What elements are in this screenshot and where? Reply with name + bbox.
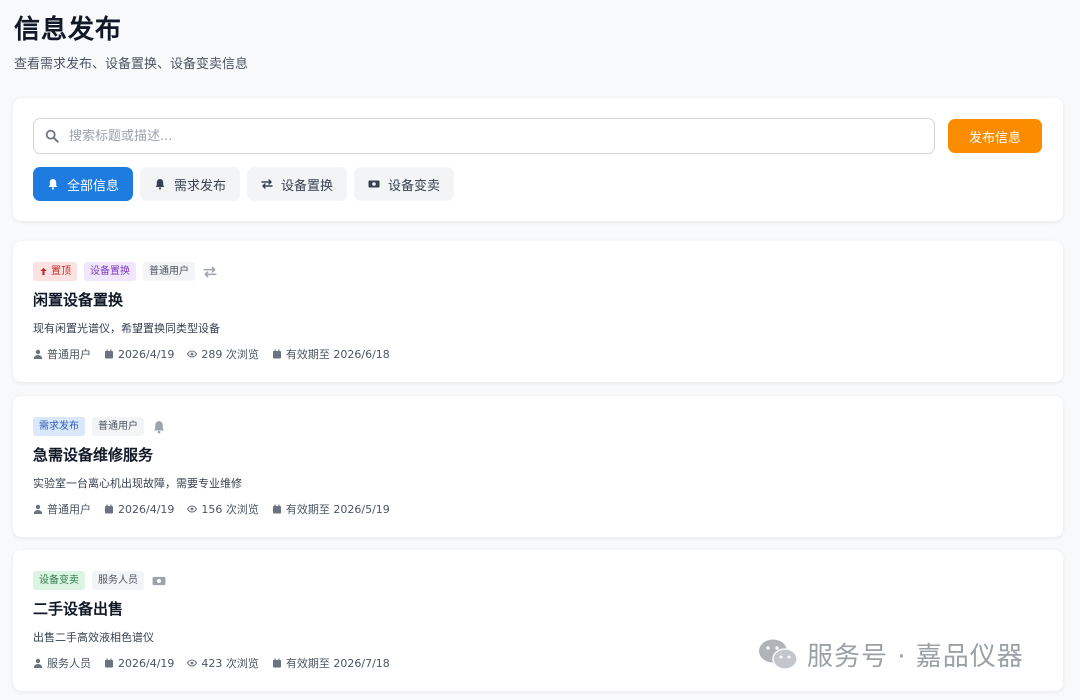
arrow-up-icon xyxy=(40,267,47,276)
expiry-date: 有效期至 2026/6/18 xyxy=(285,348,390,361)
view-count: 156 次浏览 xyxy=(201,503,259,516)
author-name: 普通用户 xyxy=(47,503,91,516)
tab-label: 设备置换 xyxy=(281,178,334,194)
date-meta: 2026/4/19 xyxy=(104,657,174,670)
category-badge: 需求发布 xyxy=(33,417,85,436)
views-meta: 156 次浏览 xyxy=(187,501,259,517)
role-badge: 服务人员 xyxy=(92,571,144,590)
search-box[interactable] xyxy=(33,118,935,154)
tab-label: 设备变卖 xyxy=(388,178,441,194)
exchange-icon xyxy=(203,266,217,277)
bell-icon xyxy=(155,179,165,190)
calendar-icon xyxy=(272,658,281,668)
exchange-icon xyxy=(261,179,273,189)
tab-label: 需求发布 xyxy=(174,178,227,194)
calendar-icon xyxy=(105,658,113,668)
tab-label: 全部信息 xyxy=(67,178,120,194)
calendar-icon xyxy=(272,504,281,514)
calendar-icon xyxy=(105,349,113,359)
calendar-icon xyxy=(105,504,113,514)
views-meta: 289 次浏览 xyxy=(187,346,259,362)
publish-button[interactable]: 发布信息 xyxy=(948,119,1042,153)
eye-icon xyxy=(187,350,198,358)
tab-demand[interactable]: 需求发布 xyxy=(140,167,241,201)
bell-icon xyxy=(48,179,58,190)
post-meta: 服务人员 2026/4/19 423 次浏览 有效期至 2026/7/18 xyxy=(33,655,403,671)
watermark-text: 服务号 · 嘉品仪器 xyxy=(807,642,1024,672)
eye-icon xyxy=(187,505,198,513)
post-date: 2026/4/19 xyxy=(118,656,175,670)
filter-panel: 发布信息 全部信息 需求发布 设备置换 设备变卖 xyxy=(13,98,1063,221)
post-description: 出售二手高效液相色谱仪 xyxy=(33,631,154,644)
pinned-badge: 置顶 xyxy=(33,262,77,281)
author-meta: 服务人员 xyxy=(33,655,91,671)
page-header: 信息发布 查看需求发布、设备置换、设备变卖信息 xyxy=(14,12,248,72)
role-badge: 普通用户 xyxy=(92,417,144,436)
search-input[interactable] xyxy=(69,128,919,144)
view-count: 289 次浏览 xyxy=(201,348,259,361)
user-icon xyxy=(33,658,43,668)
tab-all[interactable]: 全部信息 xyxy=(33,167,134,201)
money-icon xyxy=(368,180,380,188)
user-icon xyxy=(33,349,43,359)
tab-sale[interactable]: 设备变卖 xyxy=(354,167,455,201)
category-badge: 设备置换 xyxy=(84,262,136,281)
post-card[interactable]: 置顶 设备置换 普通用户 闲置设备置换 现有闲置光谱仪，希望置换同类型设备 普通… xyxy=(13,241,1063,382)
bell-icon xyxy=(153,420,165,433)
post-title: 闲置设备置换 xyxy=(33,291,124,309)
date-meta: 2026/4/19 xyxy=(104,503,174,516)
expiry-meta: 有效期至 2026/7/18 xyxy=(272,655,390,671)
expiry-date: 有效期至 2026/7/18 xyxy=(285,657,390,670)
author-name: 普通用户 xyxy=(47,348,91,361)
watermark: 服务号 · 嘉品仪器 xyxy=(757,636,1024,673)
post-date: 2026/4/19 xyxy=(118,347,175,361)
category-badge: 设备变卖 xyxy=(33,571,85,590)
date-meta: 2026/4/19 xyxy=(104,348,174,361)
author-name: 服务人员 xyxy=(47,657,91,670)
eye-icon xyxy=(187,659,198,667)
money-icon xyxy=(152,576,166,585)
post-title: 二手设备出售 xyxy=(33,600,124,618)
page-subtitle: 查看需求发布、设备置换、设备变卖信息 xyxy=(14,57,249,72)
post-meta: 普通用户 2026/4/19 156 次浏览 有效期至 2026/5/19 xyxy=(33,501,403,517)
wechat-icon xyxy=(759,639,798,670)
views-meta: 423 次浏览 xyxy=(187,655,259,671)
post-description: 现有闲置光谱仪，希望置换同类型设备 xyxy=(33,322,220,335)
author-meta: 普通用户 xyxy=(33,346,91,362)
expiry-meta: 有效期至 2026/5/19 xyxy=(272,501,390,517)
post-card[interactable]: 需求发布 普通用户 急需设备维修服务 实验室一台离心机出现故障，需要专业维修 普… xyxy=(13,396,1063,537)
role-badge: 普通用户 xyxy=(143,262,195,281)
category-tabs: 全部信息 需求发布 设备置换 设备变卖 xyxy=(33,167,461,201)
post-date: 2026/4/19 xyxy=(118,502,175,516)
expiry-date: 有效期至 2026/5/19 xyxy=(285,503,390,516)
author-meta: 普通用户 xyxy=(33,501,91,517)
tag-row: 设备变卖 服务人员 xyxy=(33,571,166,590)
user-icon xyxy=(33,504,43,514)
view-count: 423 次浏览 xyxy=(201,657,259,670)
expiry-meta: 有效期至 2026/6/18 xyxy=(272,346,390,362)
post-description: 实验室一台离心机出现故障，需要专业维修 xyxy=(33,477,242,490)
tab-exchange[interactable]: 设备置换 xyxy=(247,167,348,201)
post-title: 急需设备维修服务 xyxy=(33,446,154,464)
calendar-icon xyxy=(272,349,281,359)
post-meta: 普通用户 2026/4/19 289 次浏览 有效期至 2026/6/18 xyxy=(33,346,403,362)
tag-row: 置顶 设备置换 普通用户 xyxy=(33,262,217,281)
tag-row: 需求发布 普通用户 xyxy=(33,417,166,436)
search-icon xyxy=(45,129,59,143)
page-title: 信息发布 xyxy=(14,15,123,45)
